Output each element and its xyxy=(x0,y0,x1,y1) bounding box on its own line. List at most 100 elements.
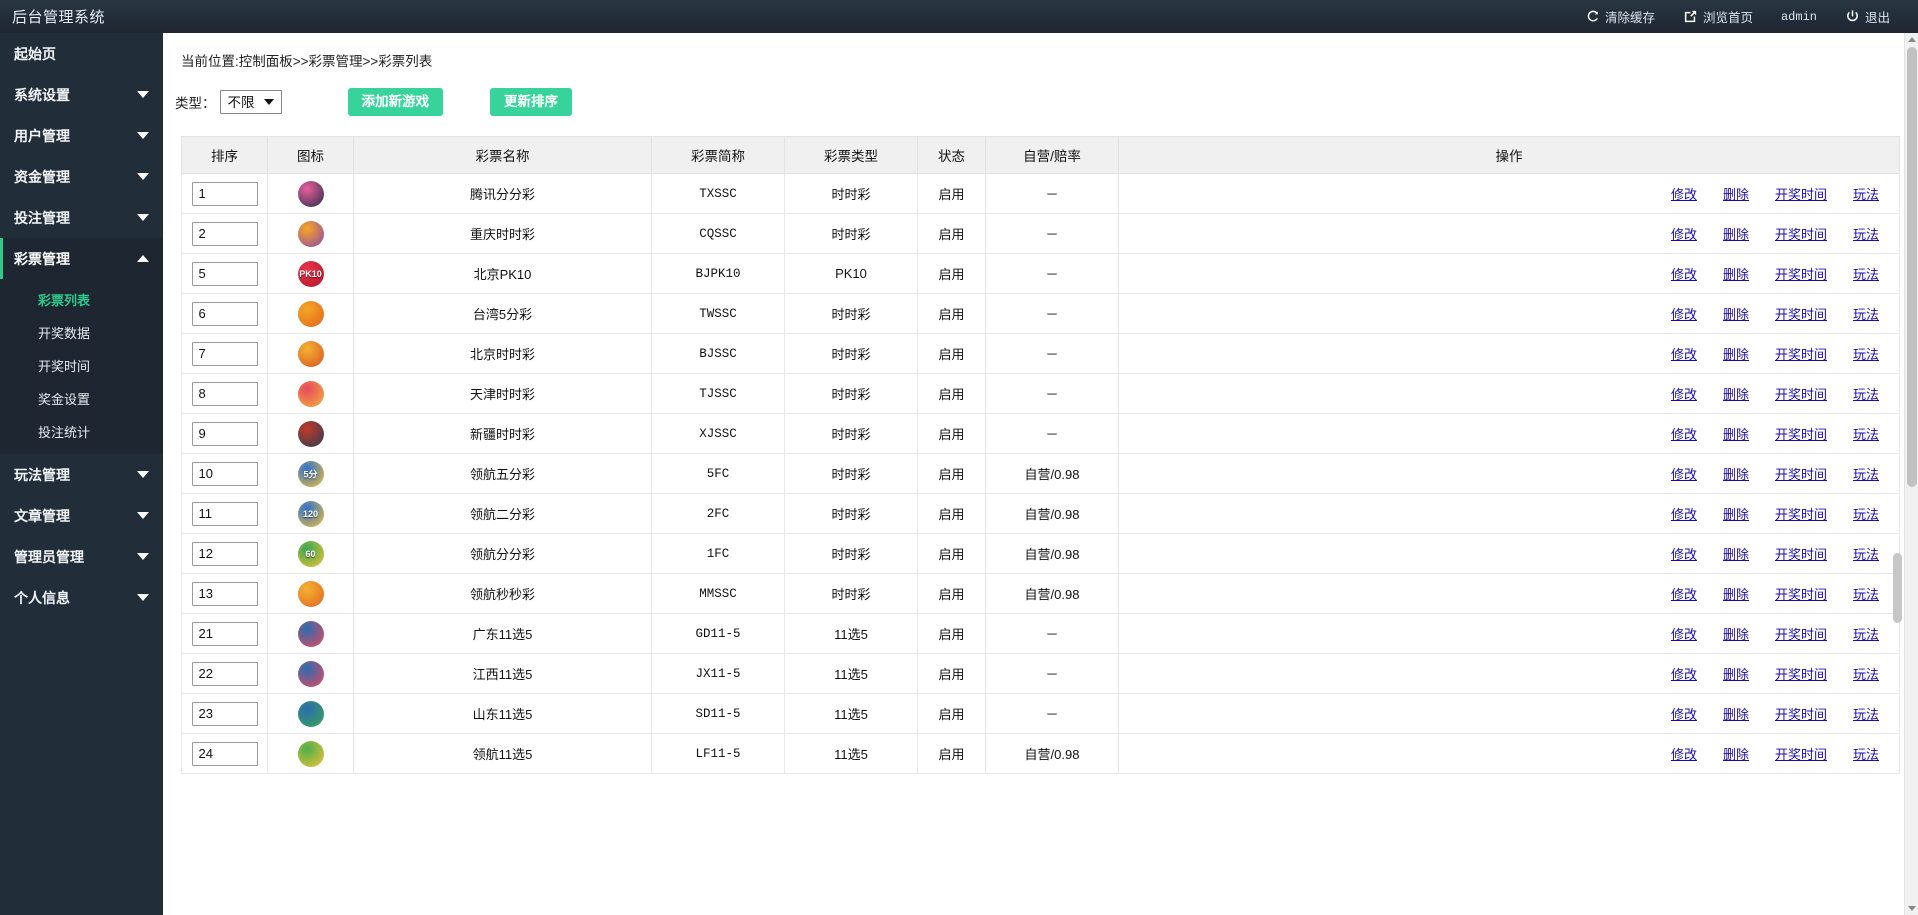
order-input[interactable] xyxy=(191,581,258,606)
order-input[interactable] xyxy=(191,661,258,686)
action-link-3[interactable]: 玩法 xyxy=(1853,544,1879,563)
action-link-3[interactable]: 玩法 xyxy=(1853,624,1879,643)
action-link-0[interactable]: 修改 xyxy=(1671,744,1697,763)
sidebar-item-9[interactable]: 个人信息 xyxy=(0,577,163,618)
order-input[interactable] xyxy=(191,301,258,326)
action-link-2[interactable]: 开奖时间 xyxy=(1775,624,1827,643)
action-link-3[interactable]: 玩法 xyxy=(1853,584,1879,603)
action-link-0[interactable]: 修改 xyxy=(1671,504,1697,523)
sidebar-subitem-3[interactable]: 奖金设置 xyxy=(0,382,163,415)
action-link-0[interactable]: 修改 xyxy=(1671,344,1697,363)
action-link-3[interactable]: 玩法 xyxy=(1853,744,1879,763)
page-scrollbar[interactable] xyxy=(1904,33,1918,915)
action-link-2[interactable]: 开奖时间 xyxy=(1775,344,1827,363)
sidebar-subitem-2[interactable]: 开奖时间 xyxy=(0,349,163,382)
action-link-2[interactable]: 开奖时间 xyxy=(1775,584,1827,603)
view-home-button[interactable]: 浏览首页 xyxy=(1669,0,1767,33)
type-select[interactable]: 不限 xyxy=(219,90,282,114)
sidebar-item-3[interactable]: 资金管理 xyxy=(0,156,163,197)
order-input[interactable] xyxy=(191,541,258,566)
sidebar-item-7[interactable]: 文章管理 xyxy=(0,495,163,536)
scroll-down-icon[interactable] xyxy=(1908,906,1916,911)
action-link-2[interactable]: 开奖时间 xyxy=(1775,704,1827,723)
action-link-1[interactable]: 删除 xyxy=(1723,584,1749,603)
action-link-1[interactable]: 删除 xyxy=(1723,304,1749,323)
action-link-0[interactable]: 修改 xyxy=(1671,424,1697,443)
action-link-2[interactable]: 开奖时间 xyxy=(1775,664,1827,683)
sidebar-subitem-0[interactable]: 彩票列表 xyxy=(0,283,163,316)
order-input[interactable] xyxy=(191,261,258,286)
action-link-0[interactable]: 修改 xyxy=(1671,544,1697,563)
action-link-3[interactable]: 玩法 xyxy=(1853,384,1879,403)
action-link-3[interactable]: 玩法 xyxy=(1853,184,1879,203)
action-link-0[interactable]: 修改 xyxy=(1671,464,1697,483)
order-input[interactable] xyxy=(191,501,258,526)
sidebar-item-6[interactable]: 玩法管理 xyxy=(0,454,163,495)
action-link-3[interactable]: 玩法 xyxy=(1853,344,1879,363)
action-link-1[interactable]: 删除 xyxy=(1723,744,1749,763)
sidebar-item-4[interactable]: 投注管理 xyxy=(0,197,163,238)
action-link-1[interactable]: 删除 xyxy=(1723,424,1749,443)
action-link-3[interactable]: 玩法 xyxy=(1853,424,1879,443)
action-link-2[interactable]: 开奖时间 xyxy=(1775,384,1827,403)
action-link-1[interactable]: 删除 xyxy=(1723,504,1749,523)
action-link-1[interactable]: 删除 xyxy=(1723,464,1749,483)
action-link-2[interactable]: 开奖时间 xyxy=(1775,304,1827,323)
action-link-3[interactable]: 玩法 xyxy=(1853,464,1879,483)
page-scrollbar-thumb[interactable] xyxy=(1907,47,1917,487)
action-link-2[interactable]: 开奖时间 xyxy=(1775,184,1827,203)
action-link-3[interactable]: 玩法 xyxy=(1853,264,1879,283)
add-game-button[interactable]: 添加新游戏 xyxy=(347,88,443,116)
sidebar-item-8[interactable]: 管理员管理 xyxy=(0,536,163,577)
action-link-0[interactable]: 修改 xyxy=(1671,264,1697,283)
action-link-0[interactable]: 修改 xyxy=(1671,704,1697,723)
sidebar-subitem-1[interactable]: 开奖数据 xyxy=(0,316,163,349)
order-input[interactable] xyxy=(191,421,258,446)
update-order-button[interactable]: 更新排序 xyxy=(490,88,572,116)
sidebar-item-0[interactable]: 起始页 xyxy=(0,33,163,74)
action-link-1[interactable]: 删除 xyxy=(1723,224,1749,243)
action-link-2[interactable]: 开奖时间 xyxy=(1775,744,1827,763)
action-link-0[interactable]: 修改 xyxy=(1671,664,1697,683)
action-link-1[interactable]: 删除 xyxy=(1723,704,1749,723)
sidebar-subitem-4[interactable]: 投注统计 xyxy=(0,415,163,448)
action-link-3[interactable]: 玩法 xyxy=(1853,224,1879,243)
order-input[interactable] xyxy=(191,381,258,406)
action-link-3[interactable]: 玩法 xyxy=(1853,704,1879,723)
logout-button[interactable]: 退出 xyxy=(1831,0,1904,33)
sidebar-item-2[interactable]: 用户管理 xyxy=(0,115,163,156)
order-input[interactable] xyxy=(191,181,258,206)
action-link-1[interactable]: 删除 xyxy=(1723,624,1749,643)
action-link-3[interactable]: 玩法 xyxy=(1853,664,1879,683)
scroll-up-icon[interactable] xyxy=(1908,37,1916,42)
sidebar-item-1[interactable]: 系统设置 xyxy=(0,74,163,115)
order-input[interactable] xyxy=(191,341,258,366)
action-link-2[interactable]: 开奖时间 xyxy=(1775,424,1827,443)
action-link-1[interactable]: 删除 xyxy=(1723,384,1749,403)
inner-scrollbar[interactable] xyxy=(1892,33,1904,915)
action-link-2[interactable]: 开奖时间 xyxy=(1775,544,1827,563)
action-link-1[interactable]: 删除 xyxy=(1723,664,1749,683)
action-link-0[interactable]: 修改 xyxy=(1671,624,1697,643)
order-input[interactable] xyxy=(191,221,258,246)
action-link-0[interactable]: 修改 xyxy=(1671,304,1697,323)
order-input[interactable] xyxy=(191,461,258,486)
action-link-2[interactable]: 开奖时间 xyxy=(1775,464,1827,483)
action-link-0[interactable]: 修改 xyxy=(1671,384,1697,403)
order-input[interactable] xyxy=(191,621,258,646)
sidebar-item-5[interactable]: 彩票管理 xyxy=(0,238,163,279)
action-link-1[interactable]: 删除 xyxy=(1723,264,1749,283)
action-link-1[interactable]: 删除 xyxy=(1723,344,1749,363)
action-link-3[interactable]: 玩法 xyxy=(1853,304,1879,323)
clear-cache-button[interactable]: 清除缓存 xyxy=(1571,0,1669,33)
action-link-0[interactable]: 修改 xyxy=(1671,584,1697,603)
order-input[interactable] xyxy=(191,741,258,766)
action-link-2[interactable]: 开奖时间 xyxy=(1775,224,1827,243)
action-link-2[interactable]: 开奖时间 xyxy=(1775,264,1827,283)
action-link-2[interactable]: 开奖时间 xyxy=(1775,504,1827,523)
action-link-1[interactable]: 删除 xyxy=(1723,544,1749,563)
action-link-0[interactable]: 修改 xyxy=(1671,184,1697,203)
action-link-3[interactable]: 玩法 xyxy=(1853,504,1879,523)
inner-scrollbar-thumb[interactable] xyxy=(1893,553,1902,623)
action-link-1[interactable]: 删除 xyxy=(1723,184,1749,203)
